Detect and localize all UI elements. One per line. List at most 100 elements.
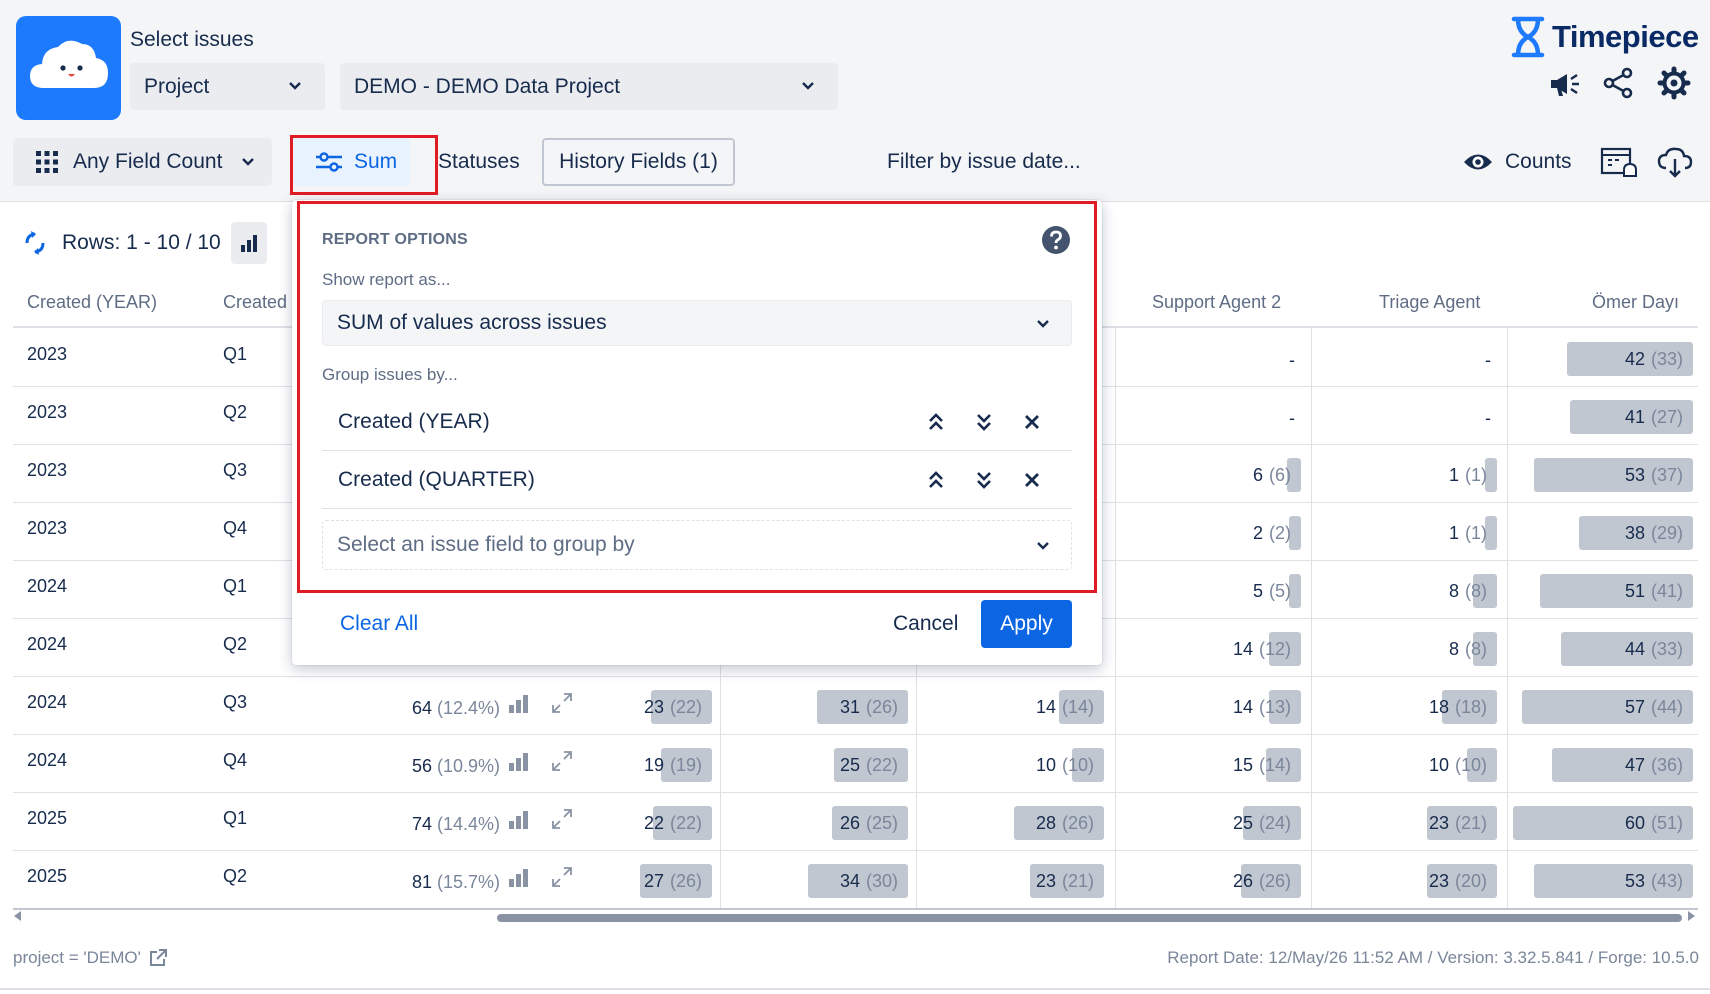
history-fields-button[interactable]: History Fields (1) xyxy=(542,138,735,186)
agent-column-b-value: 26 (25) xyxy=(839,812,898,833)
chart-toggle-button[interactable] xyxy=(230,222,267,264)
agent-column-b-value: 34 (30) xyxy=(839,870,898,891)
move-up-icon[interactable] xyxy=(925,469,947,491)
project-dropdown[interactable]: DEMO - DEMO Data Project xyxy=(340,63,838,110)
field-count-dropdown[interactable]: Any Field Count xyxy=(13,138,272,186)
group-item-label: Created (YEAR) xyxy=(338,409,490,433)
cell-created-year: 2023 xyxy=(27,518,68,538)
remove-icon[interactable] xyxy=(1021,469,1043,491)
support-agent-2-empty-cell: - xyxy=(1289,408,1295,428)
cell-created-year: 2025 xyxy=(27,808,68,828)
triage-agent-empty-cell: - xyxy=(1485,350,1491,370)
move-down-icon[interactable] xyxy=(973,469,995,491)
support-agent-2-value: 26 (26) xyxy=(1232,870,1291,891)
jql-query: project = 'DEMO' xyxy=(13,948,141,967)
move-up-icon[interactable] xyxy=(925,411,947,433)
agent-column-c-value: 10 (10) xyxy=(1035,754,1094,775)
show-report-as-value: SUM of values across issues xyxy=(337,311,607,334)
row-divider xyxy=(13,792,1698,793)
agent-column-b-value: 25 (22) xyxy=(839,754,898,775)
group-field-select[interactable]: Select an issue field to group by xyxy=(322,520,1072,570)
cell-created-quarter: Q2 xyxy=(223,402,248,422)
sum-highlight-box xyxy=(290,135,438,195)
eye-icon xyxy=(1464,154,1492,170)
app-logo xyxy=(16,16,121,120)
expand-icon[interactable] xyxy=(550,749,574,773)
filter-by-date-button[interactable]: Filter by issue date... xyxy=(887,138,1081,186)
distribution-bar-icon[interactable] xyxy=(508,867,530,887)
chart-settings-icon[interactable] xyxy=(1600,146,1638,178)
column-divider xyxy=(916,665,917,908)
share-icon[interactable] xyxy=(1601,66,1635,100)
support-agent-2-value: 14 (12) xyxy=(1232,638,1291,659)
group-item-created-quarter: Created (QUARTER) xyxy=(322,451,1072,509)
column-header-omer-dayi[interactable]: Ömer Dayı xyxy=(1592,292,1679,313)
triage-agent-value: 1 (1) xyxy=(1448,464,1487,485)
scrollbar-thumb[interactable] xyxy=(497,914,1682,922)
cell-created-year: 2023 xyxy=(27,344,68,364)
cell-created-quarter: Q1 xyxy=(223,576,248,596)
apply-button[interactable]: Apply xyxy=(981,600,1072,648)
omer-dayi-value: 51 (41) xyxy=(1624,580,1683,601)
triage-agent-value: 18 (18) xyxy=(1428,696,1487,717)
agent-column-c-value: 23 (21) xyxy=(1035,870,1094,891)
omer-dayi-value: 41 (27) xyxy=(1624,406,1683,427)
chevron-down-icon xyxy=(1037,542,1049,550)
triage-agent-value: 23 (21) xyxy=(1428,812,1487,833)
counts-label: Counts xyxy=(1505,150,1572,173)
jql-query-link[interactable]: project = 'DEMO' xyxy=(13,948,167,968)
bar-chart-icon xyxy=(240,235,257,252)
support-agent-2-value: 2 (2) xyxy=(1252,522,1291,543)
distribution-bar-icon[interactable] xyxy=(508,693,530,713)
expand-icon[interactable] xyxy=(550,691,574,715)
support-agent-2-value: 6 (6) xyxy=(1252,464,1291,485)
scroll-right-icon[interactable] xyxy=(1688,911,1695,921)
rows-count: Rows: 1 - 10 / 10 xyxy=(62,231,221,254)
scope-dropdown[interactable]: Project xyxy=(130,63,325,110)
field-count-label: Any Field Count xyxy=(73,150,223,173)
distribution-bar-icon[interactable] xyxy=(508,809,530,829)
cell-created-year: 2024 xyxy=(27,634,68,654)
cell-created-year: 2024 xyxy=(27,692,68,712)
cell-created-quarter: Q2 xyxy=(223,634,248,654)
distribution-bar-icon[interactable] xyxy=(508,751,530,771)
clear-all-button[interactable]: Clear All xyxy=(340,612,418,636)
cloud-download-icon[interactable] xyxy=(1657,146,1693,178)
group-item-label: Created (QUARTER) xyxy=(338,467,535,491)
cell-total-count: 56 (10.9%) xyxy=(411,756,500,776)
expand-icon[interactable] xyxy=(550,807,574,831)
megaphone-icon[interactable] xyxy=(1547,66,1581,100)
column-header-created-year[interactable]: Created (YEAR) xyxy=(27,292,157,313)
support-agent-2-value: 14 (13) xyxy=(1232,696,1291,717)
counts-toggle[interactable]: Counts xyxy=(1463,138,1572,186)
scroll-left-icon[interactable] xyxy=(14,911,21,921)
column-header-created[interactable]: Created xyxy=(223,292,287,313)
cell-created-year: 2025 xyxy=(27,866,68,886)
refresh-icon[interactable] xyxy=(22,230,48,256)
support-agent-2-value: 15 (14) xyxy=(1232,754,1291,775)
support-agent-2-value: 5 (5) xyxy=(1252,580,1291,601)
column-divider xyxy=(720,665,721,908)
project-dropdown-value: DEMO - DEMO Data Project xyxy=(354,74,621,98)
statuses-button[interactable]: Statuses xyxy=(438,138,528,186)
help-icon[interactable] xyxy=(1041,225,1071,255)
cell-created-year: 2024 xyxy=(27,576,68,596)
column-header-support-agent-2[interactable]: Support Agent 2 xyxy=(1152,292,1281,313)
timepiece-brand: Timepiece xyxy=(1510,16,1699,58)
column-header-triage-agent[interactable]: Triage Agent xyxy=(1379,292,1480,313)
bottom-divider xyxy=(0,988,1710,990)
show-report-as-select[interactable]: SUM of values across issues xyxy=(322,300,1072,346)
agent-column-c-value: 14 (14) xyxy=(1035,696,1094,717)
omer-dayi-value: 53 (43) xyxy=(1624,870,1683,891)
grid-icon xyxy=(36,151,58,173)
omer-dayi-value: 42 (33) xyxy=(1624,348,1683,369)
gear-icon[interactable] xyxy=(1657,66,1691,100)
cancel-button[interactable]: Cancel xyxy=(893,612,958,636)
remove-icon[interactable] xyxy=(1021,411,1043,433)
triage-agent-value: 8 (8) xyxy=(1448,580,1487,601)
omer-dayi-value: 53 (37) xyxy=(1624,464,1683,485)
expand-icon[interactable] xyxy=(550,865,574,889)
report-options-title: REPORT OPTIONS xyxy=(322,231,468,248)
omer-dayi-value: 57 (44) xyxy=(1624,696,1683,717)
move-down-icon[interactable] xyxy=(973,411,995,433)
